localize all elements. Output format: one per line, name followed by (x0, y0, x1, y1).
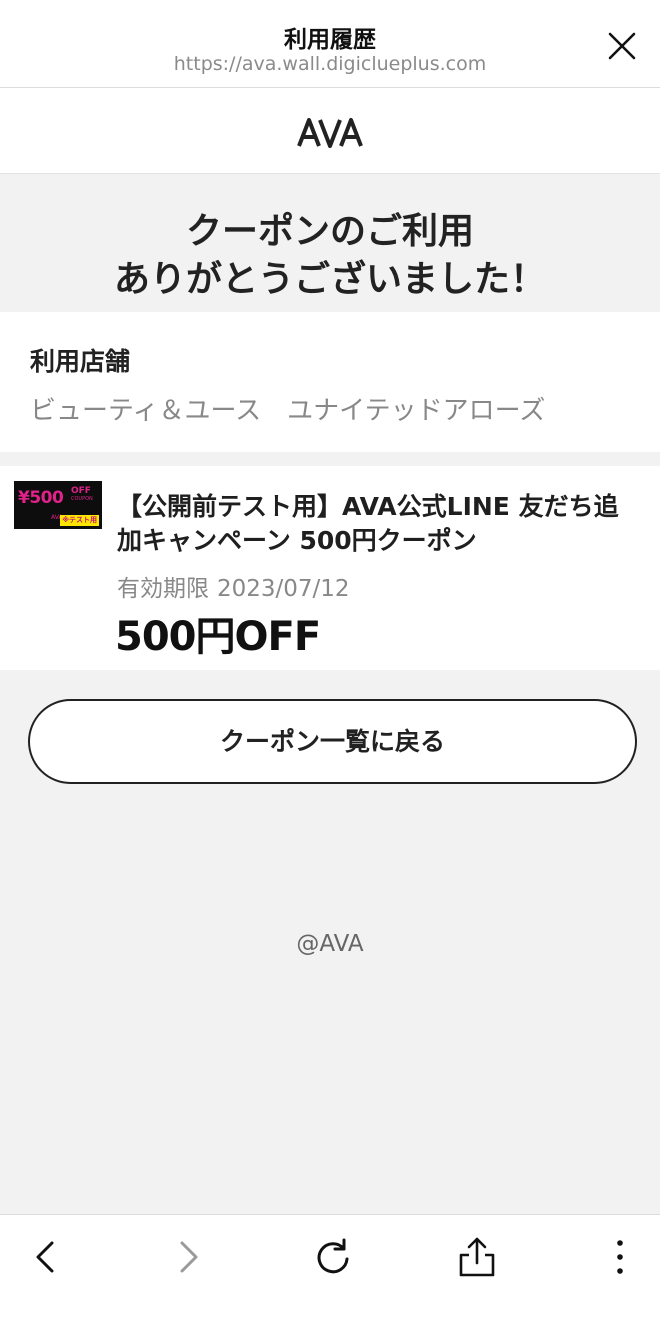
browser-toolbar (0, 1214, 660, 1317)
store-section: 利用店舗 ビューティ＆ユース ユナイテッドアローズ (0, 312, 660, 452)
more-button[interactable] (598, 1235, 642, 1279)
thumb-test-tag: ※テスト用 (60, 515, 99, 526)
forward-icon (180, 1241, 198, 1273)
back-button[interactable] (24, 1235, 68, 1279)
store-name: ビューティ＆ユース ユナイテッドアローズ (30, 396, 546, 426)
thumb-coupon: COUPON (71, 496, 93, 502)
coupon-title: 【公開前テスト用】AVA公式LINE 友だち追加キャンペーン 500円クーポン (117, 492, 619, 555)
thanks-banner: クーポンのご利用 ありがとうございました！ (0, 174, 660, 312)
coupon-expiry: 有効期限 2023/07/12 (117, 569, 350, 603)
close-button[interactable] (606, 30, 638, 62)
close-icon (608, 32, 636, 60)
store-label: 利用店舗 (30, 347, 131, 376)
site-header (0, 88, 660, 174)
ava-logo-mark (297, 118, 363, 148)
coupon-card: ¥500 OFF COUPON AVA ※テスト用 【公開前テスト用】AVA公式… (0, 466, 660, 670)
browser-title: 利用履歴 (284, 27, 376, 53)
thanks-heading-line1: クーポンのご利用 (185, 211, 474, 252)
coupon-discount: 500円OFF (115, 614, 321, 660)
forward-button[interactable] (166, 1235, 210, 1279)
expiry-label: 有効期限 (117, 576, 209, 602)
back-to-coupon-list-button[interactable]: クーポン一覧に戻る (28, 699, 637, 784)
reload-icon (317, 1238, 349, 1274)
thanks-heading-line2: ありがとうございました！ (113, 259, 546, 300)
browser-url: https://ava.wall.digiclueplus.com (173, 53, 487, 75)
footer-copyright: @AVA (296, 931, 364, 957)
thumb-off: OFF (71, 486, 91, 496)
more-icon (617, 1240, 623, 1274)
back-icon (36, 1241, 54, 1273)
coupon-thumbnail: ¥500 OFF COUPON AVA ※テスト用 (14, 481, 102, 529)
ava-logo[interactable] (0, 118, 660, 152)
browser-header: 利用履歴 https://ava.wall.digiclueplus.com (0, 0, 660, 88)
share-button[interactable] (455, 1235, 499, 1279)
thumb-price: ¥500 (18, 488, 64, 508)
expiry-date: 2023/07/12 (217, 576, 350, 602)
share-icon (459, 1237, 495, 1277)
reload-button[interactable] (311, 1235, 355, 1279)
